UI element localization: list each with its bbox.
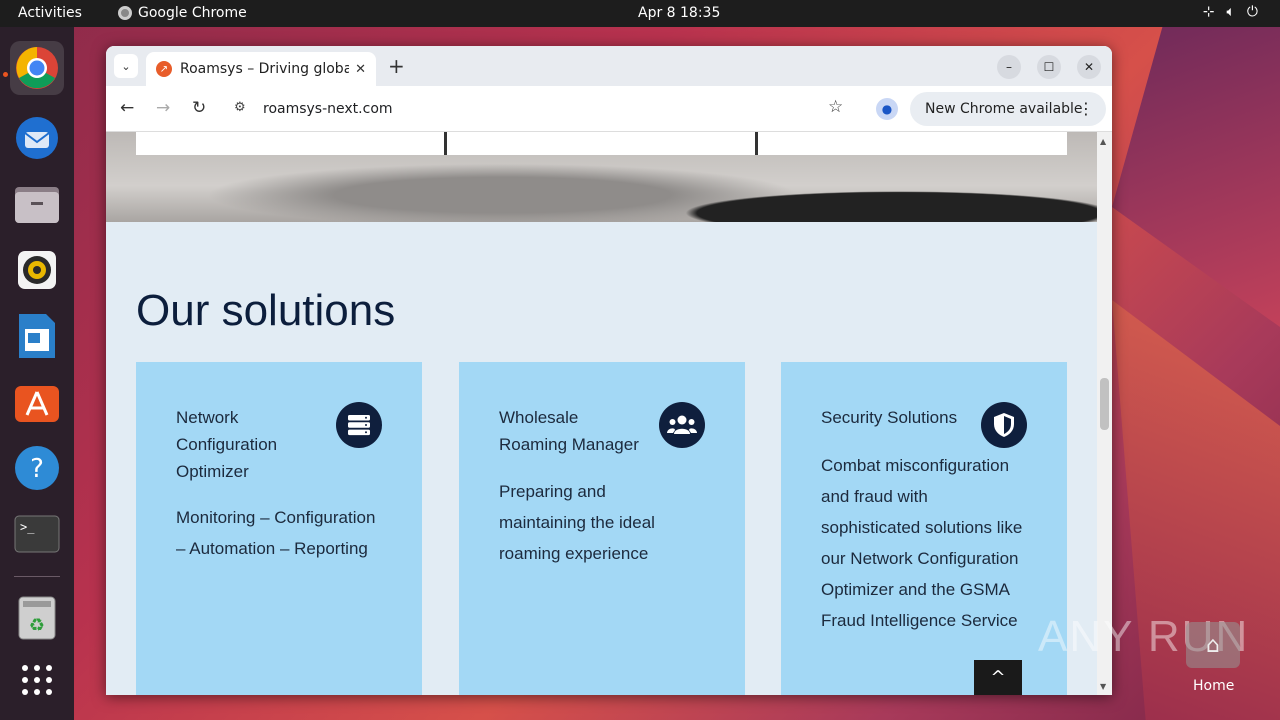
bookmark-star-icon[interactable]: ☆	[828, 97, 843, 117]
running-indicator	[3, 72, 8, 77]
solution-card-network-config[interactable]: Network Configuration Optimizer Monitori…	[136, 362, 422, 695]
arrow-right-icon: →	[156, 98, 171, 118]
solution-card-wholesale-roaming[interactable]: Wholesale Roaming Manager Preparing and …	[459, 362, 745, 695]
browser-toolbar: ← → ↻ ⚙ roamsys-next.com ☆ ● New Chrome …	[106, 86, 1112, 132]
dock-writer[interactable]	[10, 309, 64, 363]
svg-text:?: ?	[30, 454, 44, 484]
dock-separator	[14, 576, 60, 577]
minimize-button[interactable]: –	[997, 55, 1021, 79]
tab-search-button[interactable]: ⌄	[114, 54, 138, 78]
forward-button[interactable]: →	[156, 98, 170, 118]
dock-help[interactable]: ?	[10, 441, 64, 495]
minimize-icon: –	[1006, 60, 1012, 74]
tab-strip: ⌄ ↗ Roamsys – Driving globa ✕ + – ☐ ✕	[106, 46, 1112, 86]
kebab-menu-icon[interactable]: ⋮	[1078, 99, 1094, 118]
card-description: Preparing and maintaining the ideal roam…	[499, 482, 655, 563]
new-tab-button[interactable]: +	[388, 54, 405, 78]
hero-panel	[758, 132, 1067, 155]
hero-panel	[136, 132, 444, 155]
card-title: Security Solutions	[821, 408, 958, 427]
page-viewport: Our solutions Network Configuration Opti…	[106, 132, 1097, 695]
site-info-icon[interactable]: ⚙	[234, 100, 246, 115]
app-menu[interactable]: Google Chrome	[118, 5, 247, 21]
close-tab-icon[interactable]: ✕	[355, 62, 366, 77]
arrow-left-icon: ←	[120, 98, 135, 118]
address-bar[interactable]: ⚙ roamsys-next.com	[226, 92, 856, 126]
dock-files[interactable]	[10, 177, 64, 231]
dock-rhythmbox[interactable]	[10, 243, 64, 297]
chrome-window: ⌄ ↗ Roamsys – Driving globa ✕ + – ☐ ✕ ← …	[106, 46, 1112, 695]
scroll-down-icon[interactable]: ▼	[1100, 682, 1106, 691]
rhythmbox-icon	[18, 251, 56, 289]
dock-app-grid[interactable]	[10, 653, 64, 707]
chevron-up-icon: ^	[990, 667, 1006, 688]
card-badge	[981, 402, 1027, 448]
top-bar: Activities Google Chrome Apr 8 18:35 ⊹ 🔈…	[0, 0, 1280, 27]
power-icon: ⏻	[1246, 4, 1258, 20]
hero-panel	[447, 132, 755, 155]
app-grid-icon	[22, 665, 52, 695]
dock-trash[interactable]: ♻	[10, 591, 64, 645]
scrollbar-thumb[interactable]	[1100, 378, 1109, 430]
help-icon: ?	[15, 446, 59, 490]
server-icon	[348, 415, 370, 436]
close-icon: ✕	[1083, 60, 1095, 74]
profile-avatar-icon[interactable]: ●	[876, 98, 898, 120]
reload-button[interactable]: ↻	[192, 98, 206, 118]
hero-image	[106, 132, 1097, 222]
section-heading: Our solutions	[136, 286, 396, 335]
card-description: Monitoring – Configuration – Automation …	[176, 508, 376, 558]
volume-icon: 🔈︎	[1226, 4, 1235, 20]
solution-card-security[interactable]: Security Solutions Combat misconfigurati…	[781, 362, 1067, 695]
svg-text:♻: ♻	[29, 615, 45, 636]
activities-button[interactable]: Activities	[18, 5, 82, 21]
reload-icon: ↻	[192, 98, 207, 118]
chevron-down-icon: ⌄	[121, 59, 131, 73]
thunderbird-icon	[16, 117, 58, 159]
scroll-up-icon[interactable]: ▲	[1100, 137, 1106, 146]
users-icon	[667, 415, 697, 434]
trash-icon: ♻	[18, 596, 56, 640]
clock[interactable]: Apr 8 18:35	[638, 5, 720, 21]
dock: ? >_ ♻	[0, 27, 74, 720]
shield-icon	[994, 413, 1014, 437]
writer-icon	[19, 314, 55, 358]
files-icon	[15, 187, 59, 223]
system-tray[interactable]: ⊹ 🔈︎ ⏻	[1203, 4, 1258, 20]
dock-thunderbird[interactable]	[10, 111, 64, 165]
close-window-button[interactable]: ✕	[1077, 55, 1101, 79]
chrome-icon	[16, 47, 58, 89]
dock-chrome[interactable]	[10, 41, 64, 95]
home-folder-icon[interactable]: ⌂	[1186, 622, 1240, 668]
new-chrome-available-button[interactable]: New Chrome available ⋮	[910, 92, 1106, 126]
home-folder-label: Home	[1193, 678, 1235, 694]
app-name-label: Google Chrome	[138, 5, 247, 21]
maximize-icon: ☐	[1043, 60, 1055, 74]
maximize-button[interactable]: ☐	[1037, 55, 1061, 79]
svg-text:>_: >_	[20, 520, 35, 534]
back-to-top-button[interactable]: ^	[974, 660, 1022, 695]
card-badge	[336, 402, 382, 448]
tab-roamsys[interactable]: ↗ Roamsys – Driving globa ✕	[146, 52, 376, 86]
wallpaper-shard	[1112, 27, 1280, 327]
terminal-icon: >_	[14, 515, 60, 553]
chrome-small-icon	[118, 6, 132, 20]
page-scrollbar[interactable]: ▲ ▼	[1097, 132, 1112, 695]
dock-app-center[interactable]	[10, 375, 64, 429]
card-title: Wholesale Roaming Manager	[499, 408, 639, 454]
back-button[interactable]: ←	[120, 98, 134, 118]
card-description: Combat misconfiguration and fraud with s…	[821, 456, 1023, 630]
roamsys-favicon-icon: ↗	[156, 61, 172, 77]
card-badge	[659, 402, 705, 448]
dock-terminal[interactable]: >_	[10, 507, 64, 561]
update-label: New Chrome available	[925, 101, 1083, 117]
tab-title: Roamsys – Driving globa	[180, 61, 350, 77]
app-center-icon	[15, 386, 59, 422]
url-text: roamsys-next.com	[263, 101, 393, 117]
network-icon: ⊹	[1202, 4, 1215, 20]
card-title: Network Configuration Optimizer	[176, 408, 278, 481]
